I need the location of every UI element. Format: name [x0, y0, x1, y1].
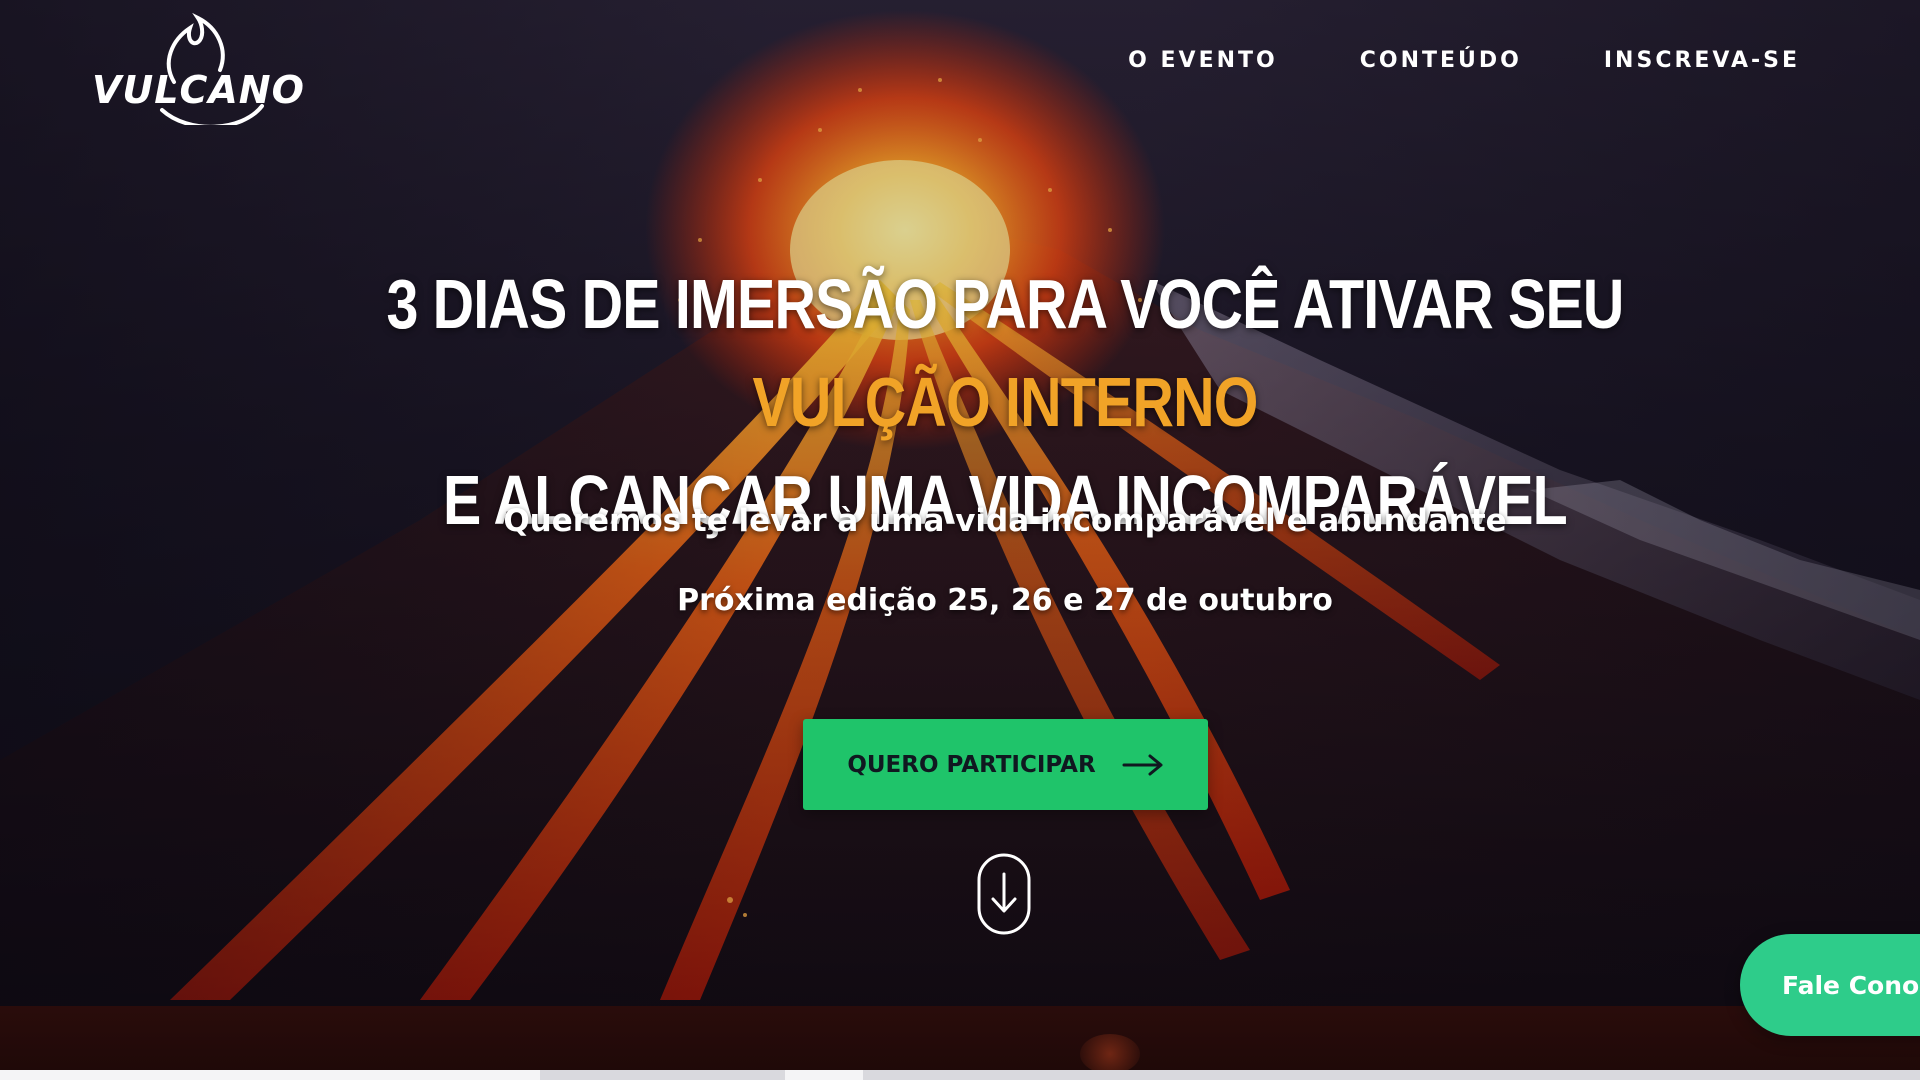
- nav-item-o-evento[interactable]: O EVENTO: [1128, 48, 1278, 73]
- headline-part1: 3 DIAS DE IMERSÃO PARA VOCÊ ATIVAR SEU: [386, 265, 1624, 343]
- hero-subtitle: Queremos te levar à uma vida incomparáve…: [503, 503, 1507, 539]
- quero-participar-button[interactable]: QUERO PARTICIPAR: [803, 719, 1208, 810]
- bottom-band: [0, 1006, 1920, 1074]
- fale-conosco-label: Fale Conosco: [1782, 970, 1920, 1000]
- fale-conosco-button[interactable]: Fale Conosco: [1740, 934, 1920, 1036]
- headline-accent: VULÇÃO INTERNO: [752, 363, 1258, 441]
- main-nav: O EVENTO CONTEÚDO INSCREVA-SE: [1128, 48, 1800, 73]
- landing-page: VULCANO O EVENTO CONTEÚDO INSCREVA-SE 3 …: [0, 0, 1920, 1080]
- strip-segment: [785, 1070, 863, 1080]
- nav-item-inscreva-se[interactable]: INSCREVA-SE: [1604, 48, 1800, 73]
- bottom-strip: [0, 1070, 1920, 1080]
- scroll-down-icon[interactable]: [976, 852, 1032, 936]
- arrow-right-icon: [1122, 754, 1163, 775]
- vulcano-logo[interactable]: VULCANO: [92, 10, 305, 125]
- nav-item-conteudo[interactable]: CONTEÚDO: [1360, 48, 1522, 73]
- cta-label: QUERO PARTICIPAR: [847, 751, 1096, 778]
- logo-text: VULCANO: [92, 68, 305, 112]
- next-edition-date: Próxima edição 25, 26 e 27 de outubro: [677, 583, 1333, 618]
- ember-glow: [1080, 1034, 1140, 1074]
- strip-segment: [0, 1070, 540, 1080]
